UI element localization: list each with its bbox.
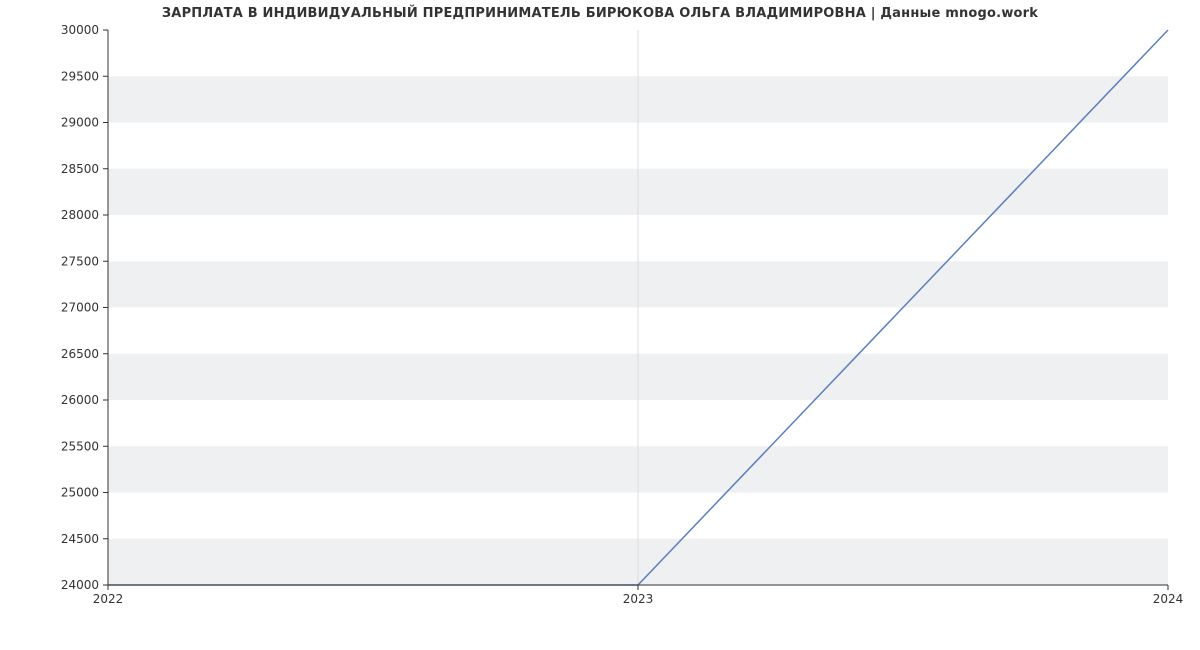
- chart-svg: 24000 24500 25000 25500 26000 26500 27000 27500…: [0, 0, 1200, 650]
- x-tick-label: 2024: [1153, 592, 1184, 606]
- y-tick-label: 25000: [61, 486, 99, 500]
- y-tick-label: 26500: [61, 347, 99, 361]
- y-tick-label: 27500: [61, 254, 99, 268]
- chart-container: ЗАРПЛАТА В ИНДИВИДУАЛЬНЫЙ ПРЕДПРИНИМАТЕЛ…: [0, 0, 1200, 650]
- y-tick-label: 30000: [61, 23, 99, 37]
- x-tick-label: 2022: [93, 592, 124, 606]
- y-tick-label: 24500: [61, 532, 99, 546]
- y-tick-label: 28000: [61, 208, 99, 222]
- y-tick-label: 29500: [61, 69, 99, 83]
- y-tick-label: 28500: [61, 162, 99, 176]
- y-tick-label: 24000: [61, 578, 99, 592]
- y-tick-label: 25500: [61, 439, 99, 453]
- y-tick-label: 26000: [61, 393, 99, 407]
- x-tick-label: 2023: [623, 592, 654, 606]
- y-tick-label: 27000: [61, 301, 99, 315]
- y-tick-label: 29000: [61, 116, 99, 130]
